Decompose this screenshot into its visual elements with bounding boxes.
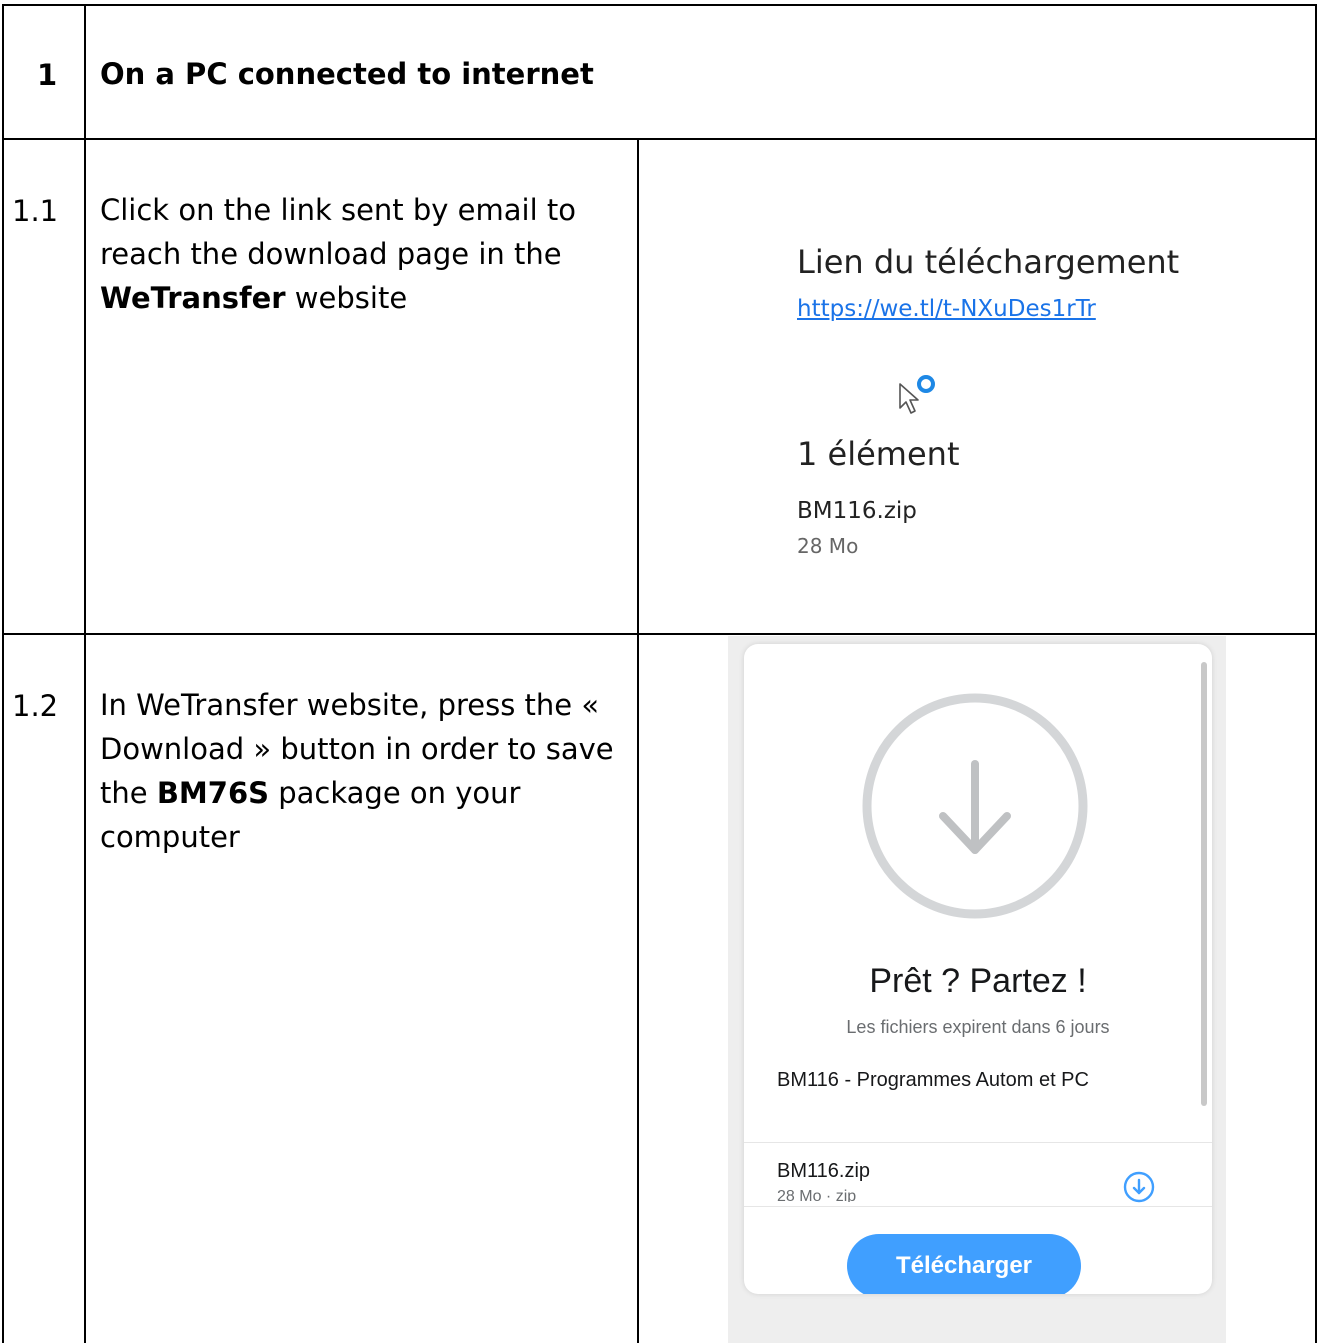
ready-heading: Prêt ? Partez ! — [869, 962, 1087, 1000]
email-screenshot: Lien du téléchargement https://we.tl/t-N… — [772, 140, 1180, 630]
download-circle-icon — [862, 693, 1088, 919]
step-instruction: Click on the link sent by email to reach… — [100, 188, 620, 320]
section-number: 1 — [37, 58, 58, 92]
section-title: On a PC connected to internet — [100, 57, 594, 91]
table-col-divider-2 — [637, 138, 639, 1343]
download-card: Prêt ? Partez ! Les fichiers expirent da… — [744, 644, 1212, 1294]
download-button[interactable]: Télécharger — [847, 1234, 1081, 1294]
step-text-bold: BM76S — [156, 776, 270, 810]
table-col-divider-1 — [84, 4, 86, 1343]
step-number: 1.1 — [12, 194, 59, 228]
item-count: 1 élément — [797, 435, 960, 473]
table-border-right — [1315, 4, 1317, 1343]
file-name: BM116.zip — [777, 1160, 871, 1182]
step-number: 1.2 — [12, 689, 59, 723]
pointer-cursor-icon — [899, 375, 935, 414]
step-text-bold: WeTransfer — [100, 281, 286, 315]
footer-divider — [744, 1206, 1212, 1207]
divider — [744, 1142, 1212, 1143]
expiry-text: Les fichiers expirent dans 6 jours — [846, 1017, 1110, 1037]
step-text: website — [285, 281, 408, 315]
download-link-title: Lien du téléchargement — [797, 243, 1180, 281]
scrollbar[interactable] — [1201, 662, 1207, 1106]
table-border-top — [2, 4, 1316, 6]
transfer-title: BM116 - Programmes Autom et PC — [777, 1069, 1089, 1091]
wetransfer-screenshot: Prêt ? Partez ! Les fichiers expirent da… — [728, 636, 1226, 1343]
table-border-left — [2, 4, 4, 1343]
step-text: Click on the link sent by email to reach… — [100, 193, 576, 271]
download-link[interactable]: https://we.tl/t-NXuDes1rTr — [797, 296, 1096, 322]
table-row-divider-2 — [2, 633, 1316, 635]
file-download-icon[interactable] — [1122, 1170, 1156, 1204]
file-meta: 28 Mo · zip — [777, 1188, 857, 1202]
file-name: BM116.zip — [797, 498, 917, 524]
file-size: 28 Mo — [797, 534, 859, 558]
step-instruction: In WeTransfer website, press the « Downl… — [100, 683, 620, 859]
